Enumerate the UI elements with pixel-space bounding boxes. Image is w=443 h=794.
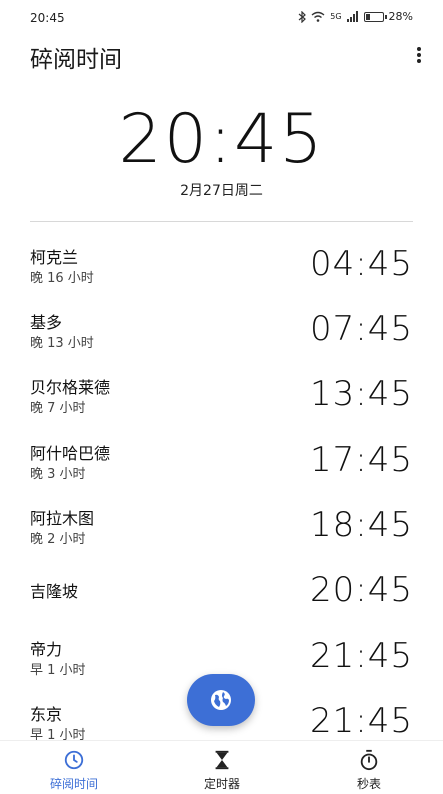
signal-icon — [346, 11, 358, 22]
city-time: 20:45 — [310, 570, 413, 610]
city-name: 贝尔格莱德 — [30, 378, 111, 397]
city-offset: 晚 13 小时 — [30, 336, 94, 351]
stopwatch-icon — [360, 749, 378, 771]
city-name: 阿拉木图 — [30, 509, 95, 528]
network-type: 5G — [330, 12, 342, 21]
tab-stopwatch[interactable]: 秒表 — [295, 741, 443, 794]
hourglass-icon — [215, 750, 229, 770]
clock-icon — [64, 750, 84, 770]
list-item[interactable]: 柯克兰 晚 16 小时 04:45 — [30, 232, 413, 292]
status-icons: 5G 28% — [298, 10, 413, 23]
battery-percent: 28% — [388, 10, 413, 23]
city-offset: 晚 2 小时 — [30, 532, 86, 547]
city-time: 17:45 — [310, 440, 413, 480]
tab-label: 碎阅时间 — [49, 777, 98, 791]
city-time: 18:45 — [310, 505, 413, 545]
list-item[interactable]: 阿什哈巴德 晚 3 小时 17:45 — [30, 428, 413, 488]
status-bar: 20:45 5G 28% — [0, 0, 443, 36]
list-item[interactable]: 阿拉木图 晚 2 小时 18:45 — [30, 493, 413, 553]
wifi-icon — [311, 11, 325, 22]
city-time: 07:45 — [310, 309, 413, 349]
city-time: 13:45 — [310, 374, 413, 414]
tab-world-clock[interactable]: 碎阅时间 — [0, 741, 148, 794]
city-time: 21:45 — [310, 636, 413, 676]
status-time: 20:45 — [30, 11, 65, 25]
main-clock-time: 20:45 — [118, 100, 325, 179]
city-name: 阿什哈巴德 — [30, 444, 111, 463]
city-name: 吉隆坡 — [30, 582, 79, 601]
bluetooth-icon — [298, 10, 307, 23]
city-name: 东京 — [30, 705, 63, 724]
city-name: 基多 — [30, 313, 63, 332]
city-offset: 晚 7 小时 — [30, 401, 86, 416]
city-time: 21:45 — [310, 701, 413, 740]
battery-icon — [363, 11, 387, 22]
bottom-navigation: 碎阅时间 定时器 秒表 — [0, 740, 443, 794]
divider — [30, 221, 413, 222]
city-offset: 晚 16 小时 — [30, 271, 94, 286]
tab-label: 定时器 — [203, 777, 240, 791]
city-name: 帝力 — [30, 640, 63, 659]
list-item[interactable]: 吉隆坡 20:45 — [30, 558, 413, 618]
tab-timer[interactable]: 定时器 — [148, 741, 296, 794]
add-city-button[interactable] — [187, 674, 255, 726]
city-time: 04:45 — [310, 244, 413, 284]
list-item[interactable]: 基多 晚 13 小时 07:45 — [30, 297, 413, 357]
page-title: 碎阅时间 — [30, 47, 122, 73]
city-offset: 早 1 小时 — [30, 728, 86, 740]
city-offset: 晚 3 小时 — [30, 467, 86, 482]
main-clock-date: 2月27日周二 — [180, 183, 263, 199]
city-offset: 早 1 小时 — [30, 663, 86, 678]
world-clock-list[interactable]: 柯克兰 晚 16 小时 04:45 基多 晚 13 小时 07:45 贝尔格莱德… — [0, 232, 443, 740]
globe-icon — [211, 690, 231, 710]
list-item[interactable]: 贝尔格莱德 晚 7 小时 13:45 — [30, 362, 413, 422]
tab-label: 秒表 — [356, 777, 381, 791]
more-options-icon[interactable] — [415, 46, 423, 66]
city-name: 柯克兰 — [30, 248, 79, 267]
